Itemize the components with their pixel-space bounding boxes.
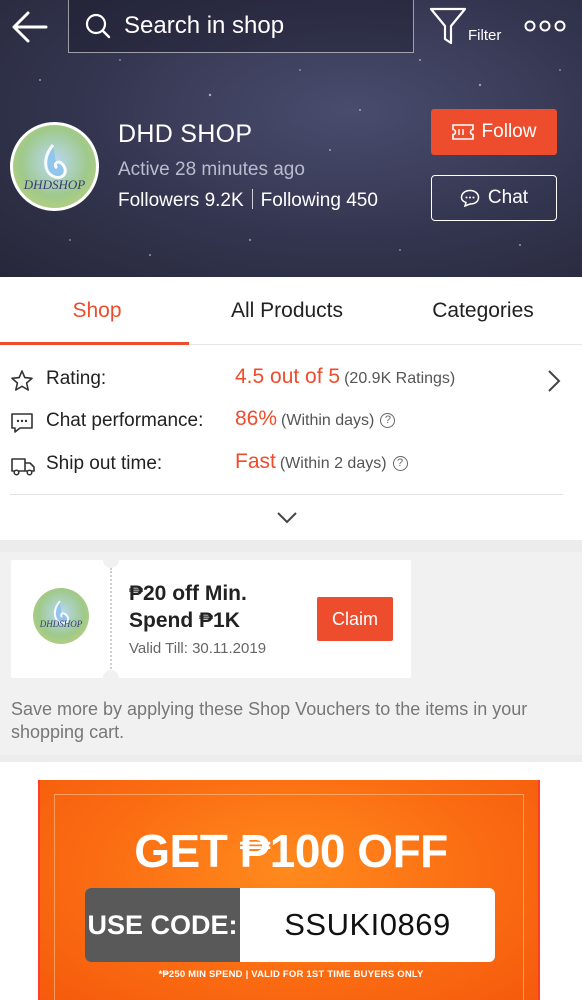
ship-out-sub: (Within 2 days)	[279, 455, 387, 472]
rating-row[interactable]: Rating: 4.5 out of 5 (20.9K Ratings)	[0, 362, 582, 398]
chat-label: Chat	[487, 187, 529, 208]
more-dots-icon	[524, 20, 566, 32]
chevron-right-icon[interactable]	[546, 369, 562, 393]
search-input[interactable]: Search in shop	[68, 0, 414, 53]
voucher-perforation	[110, 568, 112, 676]
follow-button[interactable]: Follow	[431, 109, 557, 155]
promo-code-box: USE CODE: SSUKI0869	[85, 888, 495, 962]
tab-all-products[interactable]: All Products	[190, 277, 384, 345]
voucher-logo-text: DHDSHOP	[39, 619, 83, 629]
filter-button[interactable]: Filter	[428, 5, 510, 51]
rating-value-wrap: 4.5 out of 5 (20.9K Ratings)	[235, 365, 455, 389]
chat-performance-row: Chat performance: 86% (Within days)?	[0, 404, 582, 440]
promo-banner[interactable]: GET ₱100 OFF USE CODE: SSUKI0869 *₱250 M…	[38, 780, 540, 1000]
stats-divider	[251, 189, 253, 209]
chat-performance-label: Chat performance:	[46, 410, 204, 431]
chevron-down-icon[interactable]	[276, 511, 298, 525]
voucher-validity: Valid Till: 30.11.2019	[129, 640, 267, 657]
tab-shop[interactable]: Shop	[0, 277, 194, 345]
info-divider	[10, 494, 563, 495]
voucher-card: DHDSHOP ₱20 off Min. Spend ₱1K Valid Til…	[11, 552, 411, 686]
tab-categories[interactable]: Categories	[386, 277, 580, 345]
shop-avatar[interactable]: DHDSHOP	[10, 122, 99, 211]
shop-active-status: Active 28 minutes ago	[118, 159, 305, 180]
voucher-section: DHDSHOP ₱20 off Min. Spend ₱1K Valid Til…	[0, 552, 582, 755]
help-icon[interactable]: ?	[392, 456, 408, 471]
back-button[interactable]	[10, 8, 50, 46]
shop-tabs: Shop All Products Categories	[0, 277, 582, 345]
chat-icon	[11, 413, 33, 433]
avatar-logo-icon	[44, 144, 67, 179]
chat-performance-value: 86%	[235, 407, 278, 430]
ticket-icon	[451, 124, 474, 140]
top-bar: Search in shop Filter	[0, 0, 582, 56]
avatar-logo-text: DHDSHOP	[23, 177, 86, 192]
ship-out-label: Ship out time:	[46, 453, 163, 474]
follow-label: Follow	[481, 121, 537, 142]
more-options-button[interactable]	[524, 18, 566, 34]
promo-code: SSUKI0869	[284, 907, 451, 942]
help-icon[interactable]: ?	[380, 413, 396, 428]
rating-count: (20.9K Ratings)	[344, 370, 456, 387]
chat-performance-value-wrap: 86% (Within days)?	[235, 407, 396, 431]
back-arrow-icon	[12, 11, 48, 43]
promo-banner-section: GET ₱100 OFF USE CODE: SSUKI0869 *₱250 M…	[0, 762, 582, 1000]
shop-stats: Followers 9.2K Following 450	[118, 189, 378, 212]
filter-label: Filter	[468, 27, 502, 44]
voucher-notch	[103, 670, 119, 686]
rating-label: Rating:	[46, 368, 107, 389]
chat-bubble-icon	[460, 189, 480, 207]
banner-fine-print: *₱250 MIN SPEND | VALID FOR 1ST TIME BUY…	[158, 969, 424, 980]
voucher-title: ₱20 off Min. Spend ₱1K	[129, 582, 247, 632]
voucher-notch	[103, 552, 119, 568]
code-label: USE CODE:	[85, 888, 240, 962]
ship-out-row: Ship out time: Fast (Within 2 days)?	[0, 447, 582, 483]
search-icon	[85, 13, 111, 39]
voucher-shop-logo: DHDSHOP	[33, 588, 89, 644]
claim-button[interactable]: Claim	[317, 597, 393, 641]
ship-out-value-wrap: Fast (Within 2 days)?	[235, 450, 408, 474]
search-placeholder: Search in shop	[124, 12, 285, 39]
filter-funnel-icon	[429, 7, 467, 45]
voucher-logo-icon	[53, 600, 70, 625]
chat-button[interactable]: Chat	[431, 175, 557, 221]
followers-count[interactable]: Followers 9.2K	[118, 190, 244, 211]
star-icon	[11, 370, 33, 391]
voucher-note: Save more by applying these Shop Voucher…	[11, 699, 528, 742]
shop-name: DHD SHOP	[118, 120, 253, 148]
following-count[interactable]: Following 450	[261, 190, 378, 211]
shop-info-panel: Rating: 4.5 out of 5 (20.9K Ratings) Chat…	[0, 345, 582, 540]
shop-header: Search in shop Filter DHDSHOP DHD SHOP A…	[0, 0, 582, 277]
ship-out-value: Fast	[235, 450, 276, 473]
truck-icon	[11, 458, 35, 476]
banner-headline: GET ₱100 OFF	[134, 825, 448, 877]
chat-performance-sub: (Within days)	[281, 412, 375, 429]
rating-value: 4.5 out of 5	[235, 365, 341, 388]
